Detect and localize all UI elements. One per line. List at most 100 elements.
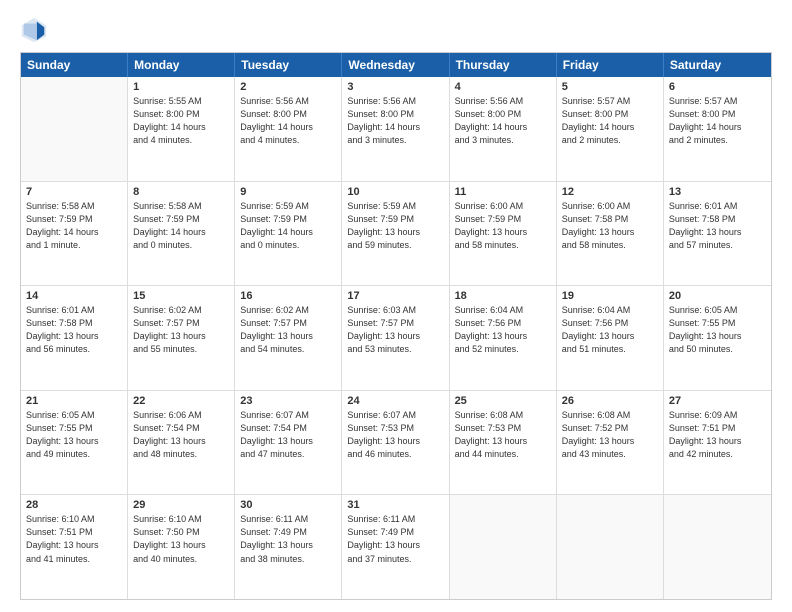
cell-info: Sunrise: 6:11 AM Sunset: 7:49 PM Dayligh… bbox=[347, 513, 443, 565]
day-number: 20 bbox=[669, 290, 766, 302]
cell-info: Sunrise: 6:02 AM Sunset: 7:57 PM Dayligh… bbox=[133, 304, 229, 356]
calendar-cell bbox=[557, 495, 664, 599]
cell-info: Sunrise: 6:00 AM Sunset: 7:58 PM Dayligh… bbox=[562, 200, 658, 252]
day-number: 5 bbox=[562, 81, 658, 93]
cell-info: Sunrise: 6:04 AM Sunset: 7:56 PM Dayligh… bbox=[562, 304, 658, 356]
calendar-row-0: 1 Sunrise: 5:55 AM Sunset: 8:00 PM Daylig… bbox=[21, 77, 771, 182]
day-number: 19 bbox=[562, 290, 658, 302]
cell-info: Sunrise: 5:56 AM Sunset: 8:00 PM Dayligh… bbox=[347, 95, 443, 147]
calendar-row-3: 21 Sunrise: 6:05 AM Sunset: 7:55 PM Dayli… bbox=[21, 391, 771, 496]
calendar-cell: 1 Sunrise: 5:55 AM Sunset: 8:00 PM Daylig… bbox=[128, 77, 235, 181]
calendar-cell: 25 Sunrise: 6:08 AM Sunset: 7:53 PM Dayli… bbox=[450, 391, 557, 495]
cell-info: Sunrise: 5:56 AM Sunset: 8:00 PM Dayligh… bbox=[455, 95, 551, 147]
calendar-cell: 29 Sunrise: 6:10 AM Sunset: 7:50 PM Dayli… bbox=[128, 495, 235, 599]
cell-info: Sunrise: 5:57 AM Sunset: 8:00 PM Dayligh… bbox=[562, 95, 658, 147]
page: SundayMondayTuesdayWednesdayThursdayFrid… bbox=[0, 0, 792, 612]
calendar-cell: 8 Sunrise: 5:58 AM Sunset: 7:59 PM Daylig… bbox=[128, 182, 235, 286]
calendar-cell bbox=[450, 495, 557, 599]
calendar-cell: 26 Sunrise: 6:08 AM Sunset: 7:52 PM Dayli… bbox=[557, 391, 664, 495]
cell-info: Sunrise: 6:10 AM Sunset: 7:51 PM Dayligh… bbox=[26, 513, 122, 565]
logo-icon bbox=[20, 16, 48, 44]
cell-info: Sunrise: 5:59 AM Sunset: 7:59 PM Dayligh… bbox=[347, 200, 443, 252]
calendar-cell: 10Sunrise: 5:59 AM Sunset: 7:59 PM Dayli… bbox=[342, 182, 449, 286]
day-number: 22 bbox=[133, 395, 229, 407]
calendar-cell: 15 Sunrise: 6:02 AM Sunset: 7:57 PM Dayli… bbox=[128, 286, 235, 390]
logo bbox=[20, 16, 52, 44]
day-number: 28 bbox=[26, 499, 122, 511]
calendar-cell: 20 Sunrise: 6:05 AM Sunset: 7:55 PM Dayli… bbox=[664, 286, 771, 390]
calendar-cell: 17Sunrise: 6:03 AM Sunset: 7:57 PM Dayli… bbox=[342, 286, 449, 390]
calendar-body: 1 Sunrise: 5:55 AM Sunset: 8:00 PM Daylig… bbox=[21, 77, 771, 599]
cell-info: Sunrise: 6:01 AM Sunset: 7:58 PM Dayligh… bbox=[26, 304, 122, 356]
calendar-cell: 2 Sunrise: 5:56 AM Sunset: 8:00 PM Daylig… bbox=[235, 77, 342, 181]
day-number: 27 bbox=[669, 395, 766, 407]
day-number: 4 bbox=[455, 81, 551, 93]
day-number: 3 bbox=[347, 81, 443, 93]
calendar: SundayMondayTuesdayWednesdayThursdayFrid… bbox=[20, 52, 772, 600]
day-number: 26 bbox=[562, 395, 658, 407]
cell-info: Sunrise: 5:58 AM Sunset: 7:59 PM Dayligh… bbox=[26, 200, 122, 252]
calendar-cell: 23 Sunrise: 6:07 AM Sunset: 7:54 PM Dayli… bbox=[235, 391, 342, 495]
cell-info: Sunrise: 6:07 AM Sunset: 7:54 PM Dayligh… bbox=[240, 409, 336, 461]
day-number: 1 bbox=[133, 81, 229, 93]
calendar-cell: 3 Sunrise: 5:56 AM Sunset: 8:00 PM Daylig… bbox=[342, 77, 449, 181]
day-number: 16 bbox=[240, 290, 336, 302]
day-number: 23 bbox=[240, 395, 336, 407]
calendar-cell: 22 Sunrise: 6:06 AM Sunset: 7:54 PM Dayli… bbox=[128, 391, 235, 495]
day-number: 6 bbox=[669, 81, 766, 93]
calendar-cell: 14 Sunrise: 6:01 AM Sunset: 7:58 PM Dayli… bbox=[21, 286, 128, 390]
cell-info: Sunrise: 5:56 AM Sunset: 8:00 PM Dayligh… bbox=[240, 95, 336, 147]
day-number: 24 bbox=[347, 395, 443, 407]
day-number: 8 bbox=[133, 186, 229, 198]
cell-info: Sunrise: 5:57 AM Sunset: 8:00 PM Dayligh… bbox=[669, 95, 766, 147]
day-number: 11 bbox=[455, 186, 551, 198]
calendar-cell: 12 Sunrise: 6:00 AM Sunset: 7:58 PM Dayli… bbox=[557, 182, 664, 286]
cell-info: Sunrise: 6:04 AM Sunset: 7:56 PM Dayligh… bbox=[455, 304, 551, 356]
cell-info: Sunrise: 5:55 AM Sunset: 8:00 PM Dayligh… bbox=[133, 95, 229, 147]
calendar-row-1: 7 Sunrise: 5:58 AM Sunset: 7:59 PM Daylig… bbox=[21, 182, 771, 287]
header-cell-wednesday: Wednesday bbox=[342, 53, 449, 77]
calendar-cell: 11Sunrise: 6:00 AM Sunset: 7:59 PM Dayli… bbox=[450, 182, 557, 286]
calendar-cell: 7 Sunrise: 5:58 AM Sunset: 7:59 PM Daylig… bbox=[21, 182, 128, 286]
day-number: 2 bbox=[240, 81, 336, 93]
day-number: 14 bbox=[26, 290, 122, 302]
calendar-cell: 30Sunrise: 6:11 AM Sunset: 7:49 PM Dayli… bbox=[235, 495, 342, 599]
cell-info: Sunrise: 6:08 AM Sunset: 7:52 PM Dayligh… bbox=[562, 409, 658, 461]
calendar-cell: 9 Sunrise: 5:59 AM Sunset: 7:59 PM Daylig… bbox=[235, 182, 342, 286]
day-number: 29 bbox=[133, 499, 229, 511]
calendar-cell: 19 Sunrise: 6:04 AM Sunset: 7:56 PM Dayli… bbox=[557, 286, 664, 390]
header-cell-saturday: Saturday bbox=[664, 53, 771, 77]
day-number: 31 bbox=[347, 499, 443, 511]
cell-info: Sunrise: 6:08 AM Sunset: 7:53 PM Dayligh… bbox=[455, 409, 551, 461]
calendar-cell bbox=[664, 495, 771, 599]
header-cell-tuesday: Tuesday bbox=[235, 53, 342, 77]
cell-info: Sunrise: 6:02 AM Sunset: 7:57 PM Dayligh… bbox=[240, 304, 336, 356]
header bbox=[20, 16, 772, 44]
header-cell-thursday: Thursday bbox=[450, 53, 557, 77]
day-number: 12 bbox=[562, 186, 658, 198]
calendar-cell: 31 Sunrise: 6:11 AM Sunset: 7:49 PM Dayli… bbox=[342, 495, 449, 599]
day-number: 25 bbox=[455, 395, 551, 407]
calendar-cell: 21 Sunrise: 6:05 AM Sunset: 7:55 PM Dayli… bbox=[21, 391, 128, 495]
day-number: 7 bbox=[26, 186, 122, 198]
day-number: 9 bbox=[240, 186, 336, 198]
calendar-cell: 4 Sunrise: 5:56 AM Sunset: 8:00 PM Daylig… bbox=[450, 77, 557, 181]
cell-info: Sunrise: 6:06 AM Sunset: 7:54 PM Dayligh… bbox=[133, 409, 229, 461]
cell-info: Sunrise: 6:05 AM Sunset: 7:55 PM Dayligh… bbox=[669, 304, 766, 356]
calendar-cell: 5 Sunrise: 5:57 AM Sunset: 8:00 PM Daylig… bbox=[557, 77, 664, 181]
header-cell-friday: Friday bbox=[557, 53, 664, 77]
day-number: 15 bbox=[133, 290, 229, 302]
cell-info: Sunrise: 5:58 AM Sunset: 7:59 PM Dayligh… bbox=[133, 200, 229, 252]
day-number: 18 bbox=[455, 290, 551, 302]
header-cell-sunday: Sunday bbox=[21, 53, 128, 77]
header-cell-monday: Monday bbox=[128, 53, 235, 77]
cell-info: Sunrise: 6:05 AM Sunset: 7:55 PM Dayligh… bbox=[26, 409, 122, 461]
day-number: 21 bbox=[26, 395, 122, 407]
calendar-cell: 18 Sunrise: 6:04 AM Sunset: 7:56 PM Dayli… bbox=[450, 286, 557, 390]
calendar-cell: 28 Sunrise: 6:10 AM Sunset: 7:51 PM Dayli… bbox=[21, 495, 128, 599]
calendar-row-4: 28 Sunrise: 6:10 AM Sunset: 7:51 PM Dayli… bbox=[21, 495, 771, 599]
day-number: 30 bbox=[240, 499, 336, 511]
cell-info: Sunrise: 5:59 AM Sunset: 7:59 PM Dayligh… bbox=[240, 200, 336, 252]
cell-info: Sunrise: 6:10 AM Sunset: 7:50 PM Dayligh… bbox=[133, 513, 229, 565]
day-number: 17 bbox=[347, 290, 443, 302]
